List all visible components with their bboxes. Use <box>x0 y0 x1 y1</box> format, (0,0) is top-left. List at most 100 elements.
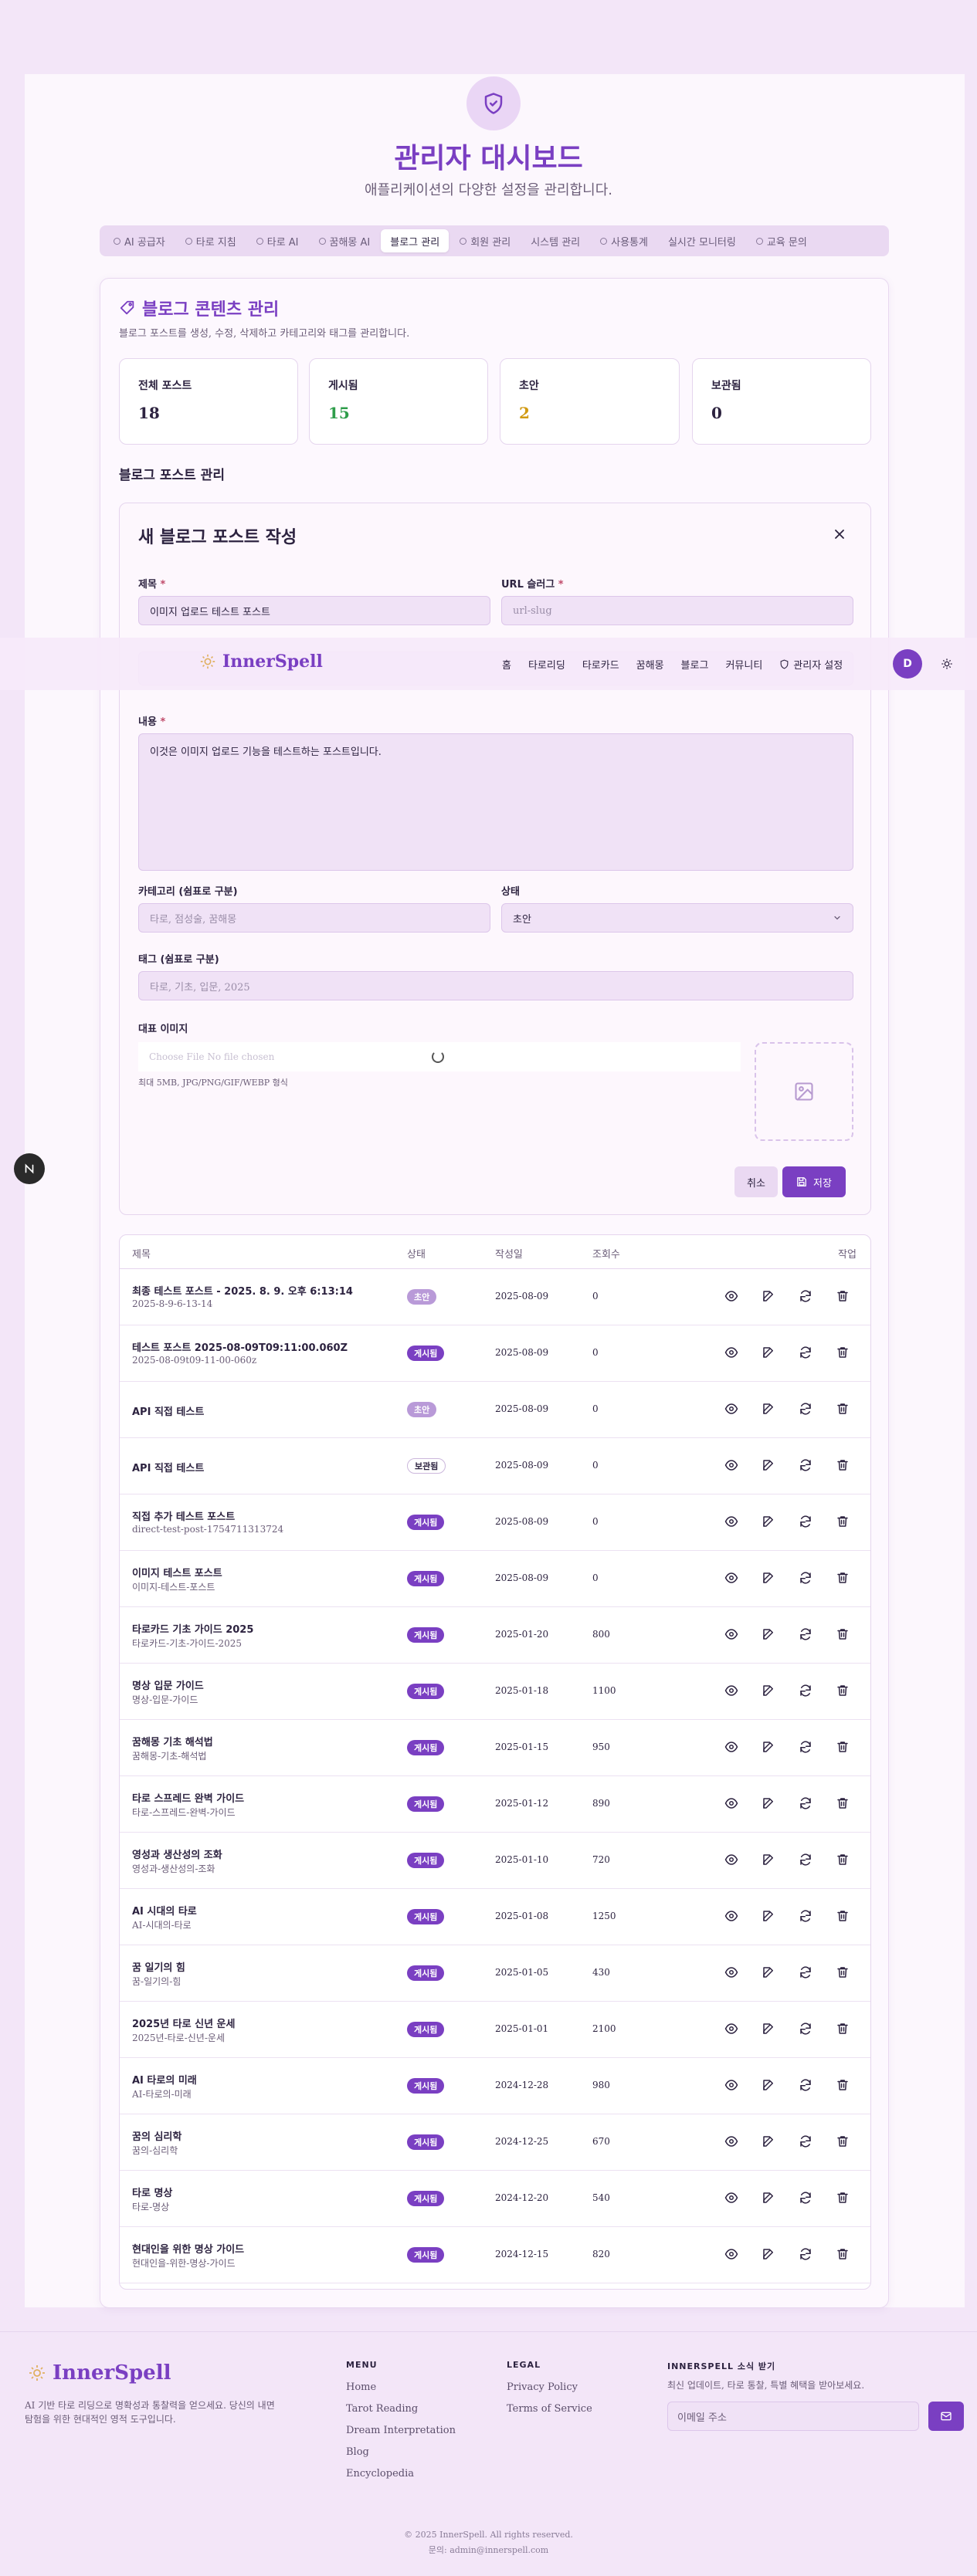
tab-7[interactable]: 사용통계 <box>591 229 657 252</box>
refresh-icon[interactable] <box>799 1684 812 1698</box>
post-title[interactable]: API 직접 테스트 <box>132 1460 204 1474</box>
refresh-icon[interactable] <box>799 2134 812 2148</box>
post-title[interactable]: 이미지 테스트 포스트 <box>132 1565 222 1579</box>
avatar[interactable]: D <box>893 649 922 679</box>
trash-icon[interactable] <box>836 1796 850 1810</box>
refresh-icon[interactable] <box>799 1909 812 1923</box>
tab-5[interactable]: 회원 관리 <box>450 229 520 252</box>
tab-2[interactable]: 타로 AI <box>247 229 308 252</box>
post-title[interactable]: 최종 테스트 포스트 - 2025. 8. 9. 오후 6:13:14 <box>132 1283 353 1298</box>
nav-link-home[interactable]: 홈 <box>502 657 511 672</box>
edit-icon[interactable] <box>762 1515 775 1528</box>
footer-link-encyclopedia[interactable]: Encyclopedia <box>346 2468 414 2480</box>
trash-icon[interactable] <box>836 2022 850 2036</box>
post-title[interactable]: 타로카드 기초 가이드 2025 <box>132 1621 253 1636</box>
post-title[interactable]: AI 시대의 타로 <box>132 1903 197 1918</box>
trash-icon[interactable] <box>836 1853 850 1867</box>
footer-link-home[interactable]: Home <box>346 2381 376 2393</box>
footer-link-tarot[interactable]: Tarot Reading <box>346 2403 418 2415</box>
post-title[interactable]: 직접 추가 테스트 포스트 <box>132 1508 235 1523</box>
post-title[interactable]: 2025년 타로 신년 운세 <box>132 2016 235 2030</box>
trash-icon[interactable] <box>836 1684 850 1698</box>
footer-link-terms[interactable]: Terms of Service <box>507 2403 592 2415</box>
tab-4[interactable]: 블로그 관리 <box>381 229 449 252</box>
nav-link-tarot-cards[interactable]: 타로카드 <box>582 657 619 672</box>
refresh-icon[interactable] <box>799 1289 812 1303</box>
refresh-icon[interactable] <box>799 2022 812 2036</box>
view-icon[interactable] <box>724 1853 738 1867</box>
post-title[interactable]: 꿈의 심리학 <box>132 2128 181 2143</box>
post-title[interactable]: API 직접 테스트 <box>132 1403 204 1418</box>
edit-icon[interactable] <box>762 2247 775 2261</box>
tab-1[interactable]: 타로 지침 <box>176 229 246 252</box>
scroll-top-button[interactable] <box>14 1153 45 1184</box>
post-title[interactable]: 현대인을 위한 명상 가이드 <box>132 2241 244 2256</box>
footer-link-dream[interactable]: Dream Interpretation <box>346 2425 456 2436</box>
post-title[interactable]: AI 타로의 미래 <box>132 2072 197 2087</box>
edit-icon[interactable] <box>762 1289 775 1303</box>
view-icon[interactable] <box>724 1796 738 1810</box>
trash-icon[interactable] <box>836 1965 850 1979</box>
refresh-icon[interactable] <box>799 2247 812 2261</box>
view-icon[interactable] <box>724 1402 738 1416</box>
view-icon[interactable] <box>724 1515 738 1528</box>
newsletter-submit-button[interactable] <box>928 2402 964 2431</box>
view-icon[interactable] <box>724 1571 738 1585</box>
refresh-icon[interactable] <box>799 1853 812 1867</box>
edit-icon[interactable] <box>762 2134 775 2148</box>
refresh-icon[interactable] <box>799 1740 812 1754</box>
trash-icon[interactable] <box>836 1458 850 1472</box>
edit-icon[interactable] <box>762 1909 775 1923</box>
cancel-button[interactable]: 취소 <box>734 1166 778 1197</box>
refresh-icon[interactable] <box>799 1965 812 1979</box>
nav-link-dream[interactable]: 꿈해몽 <box>636 657 664 672</box>
trash-icon[interactable] <box>836 2134 850 2148</box>
refresh-icon[interactable] <box>799 2078 812 2092</box>
post-title[interactable]: 꿈해몽 기초 해석법 <box>132 1734 213 1748</box>
footer-brand[interactable]: InnerSpell <box>28 2361 171 2385</box>
post-title[interactable]: 타로 명상 <box>132 2185 172 2199</box>
view-icon[interactable] <box>724 1289 738 1303</box>
edit-icon[interactable] <box>762 1684 775 1698</box>
view-icon[interactable] <box>724 1909 738 1923</box>
edit-icon[interactable] <box>762 1740 775 1754</box>
trash-icon[interactable] <box>836 1346 850 1359</box>
refresh-icon[interactable] <box>799 2191 812 2205</box>
refresh-icon[interactable] <box>799 1571 812 1585</box>
view-icon[interactable] <box>724 2134 738 2148</box>
trash-icon[interactable] <box>836 1909 850 1923</box>
edit-icon[interactable] <box>762 2191 775 2205</box>
view-icon[interactable] <box>724 1346 738 1359</box>
category-input[interactable]: 타로, 점성술, 꿈해몽 <box>138 903 490 933</box>
nav-link-community[interactable]: 커뮤니티 <box>725 657 762 672</box>
post-title[interactable]: 영성과 생산성의 조화 <box>132 1847 222 1861</box>
refresh-icon[interactable] <box>799 1458 812 1472</box>
nav-link-blog[interactable]: 블로그 <box>681 657 709 672</box>
trash-icon[interactable] <box>836 1740 850 1754</box>
edit-icon[interactable] <box>762 1627 775 1641</box>
save-button[interactable]: 저장 <box>782 1166 846 1197</box>
view-icon[interactable] <box>724 2191 738 2205</box>
status-select[interactable]: 초안 <box>501 903 853 933</box>
view-icon[interactable] <box>724 1740 738 1754</box>
view-icon[interactable] <box>724 1684 738 1698</box>
nav-brand[interactable]: InnerSpell <box>199 652 323 672</box>
view-icon[interactable] <box>724 2247 738 2261</box>
refresh-icon[interactable] <box>799 1346 812 1359</box>
newsletter-email-input[interactable]: 이메일 주소 <box>667 2402 919 2431</box>
trash-icon[interactable] <box>836 2078 850 2092</box>
edit-icon[interactable] <box>762 1853 775 1867</box>
theme-toggle-icon[interactable] <box>941 658 953 670</box>
view-icon[interactable] <box>724 1627 738 1641</box>
view-icon[interactable] <box>724 2022 738 2036</box>
edit-icon[interactable] <box>762 1346 775 1359</box>
post-title[interactable]: 꿈 일기의 힘 <box>132 1959 185 1974</box>
tags-input[interactable]: 타로, 기초, 입문, 2025 <box>138 971 853 1000</box>
trash-icon[interactable] <box>836 1571 850 1585</box>
post-title[interactable]: 타로 스프레드 완벽 가이드 <box>132 1790 244 1805</box>
edit-icon[interactable] <box>762 1458 775 1472</box>
nav-link-tarot-reading[interactable]: 타로리딩 <box>528 657 565 672</box>
edit-icon[interactable] <box>762 2022 775 2036</box>
close-icon[interactable] <box>832 526 847 542</box>
edit-icon[interactable] <box>762 1571 775 1585</box>
